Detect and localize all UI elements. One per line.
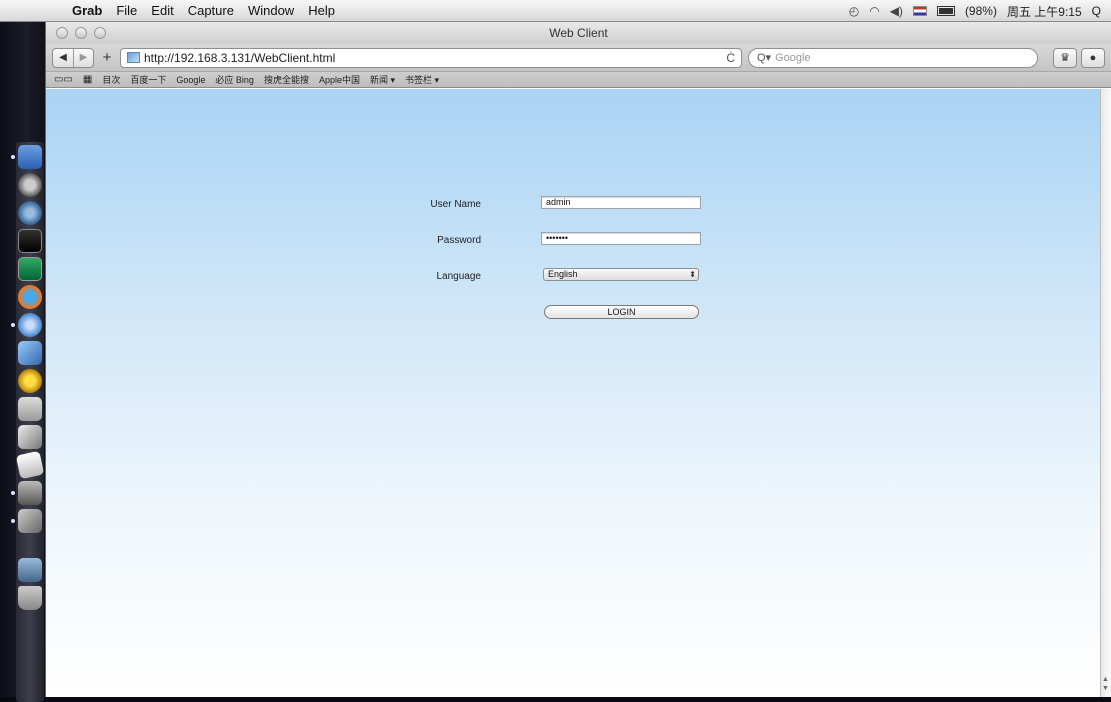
window-controls [56,27,106,39]
trash-icon[interactable] [18,586,42,610]
scroll-arrows-icon[interactable]: ▲ ▼ [1102,675,1109,693]
menu-bar: Grab File Edit Capture Window Help ◴ ◠ ◀… [0,0,1111,22]
crown-icon[interactable]: ♛ [1053,47,1077,68]
wifi-icon[interactable]: ◠ [869,4,879,18]
dock [0,22,45,702]
volume-icon[interactable]: ◀) [890,4,903,18]
page-favicon-icon [127,52,140,63]
input-source-flag-icon[interactable] [912,6,927,16]
menu-file[interactable]: File [116,3,137,18]
reading-list-icon[interactable]: ▭▭ [54,74,73,85]
folder-icon[interactable] [18,558,42,582]
preview-icon[interactable] [18,397,42,421]
microphone-icon[interactable] [18,425,42,449]
top-sites-icon[interactable]: ▦ [83,74,92,85]
bookmark-item[interactable]: 新闻 ▾ [370,73,395,86]
finder-icon[interactable] [18,145,42,169]
running-indicator [11,491,15,495]
network-utility-icon[interactable] [18,509,42,533]
menu-window[interactable]: Window [248,3,294,18]
page-content: User Name admin Password ••••••• Languag… [46,89,1101,697]
window-title: Web Client [549,26,608,40]
title-bar: Web Client [46,22,1111,44]
address-bar[interactable]: http://192.168.3.131/WebClient.html Ċ [120,47,742,68]
username-label: User Name [430,199,481,210]
activity-monitor-icon[interactable] [18,257,42,281]
add-bookmark-button[interactable]: + [100,49,114,66]
back-forward-group: ◀ ▶ [52,47,94,68]
bookmark-item[interactable]: 必应 Bing [215,73,254,86]
dashboard-icon[interactable] [18,173,42,197]
bookmark-item[interactable]: 搜虎全能搜 [264,73,309,86]
bookmark-item[interactable]: 目次 [102,73,120,86]
bookmark-item[interactable]: Google [176,75,205,85]
battery-percent: (98%) [964,4,997,18]
search-placeholder: Google [775,51,811,64]
textedit-icon[interactable] [15,450,45,480]
language-selected-value: English [548,269,578,279]
select-arrows-icon: ⬍ [689,270,696,279]
zoom-button[interactable] [94,27,106,39]
login-button[interactable]: LOGIN [544,305,699,319]
bookmark-item[interactable]: 百度一下 [130,73,166,86]
safari-icon[interactable] [18,313,42,337]
time-machine-icon[interactable]: ◴ [849,4,859,18]
search-field[interactable]: Q▾ Google [748,47,1038,68]
login-form: User Name admin Password ••••••• Languag… [46,89,1101,697]
minimize-button[interactable] [75,27,87,39]
running-indicator [11,323,15,327]
terminal-icon[interactable] [18,229,42,253]
password-label: Password [437,235,481,246]
menubar-clock[interactable]: 周五 上午9:15 [1007,3,1082,20]
menu-grab[interactable]: Grab [72,3,102,18]
address-url[interactable]: http://192.168.3.131/WebClient.html [144,51,335,65]
menu-help[interactable]: Help [308,3,335,18]
running-indicator [11,155,15,159]
itunes-icon[interactable] [18,201,42,225]
xcode-icon[interactable] [18,341,42,365]
menu-capture[interactable]: Capture [188,3,234,18]
close-button[interactable] [56,27,68,39]
dock-shelf [16,142,44,702]
battery-icon[interactable] [936,6,955,16]
sun-app-icon[interactable] [18,369,42,393]
firefox-icon[interactable] [18,285,42,309]
browser-window: Web Client ◀ ▶ + http://192.168.3.131/We… [45,22,1111,697]
spotlight-icon[interactable]: Q [1092,4,1101,18]
settings-icon[interactable]: ● [1081,47,1105,68]
reload-icon[interactable]: Ċ [726,51,735,65]
status-area: ◴ ◠ ◀) (98%) 周五 上午9:15 Q [849,0,1101,22]
menu-edit[interactable]: Edit [151,3,173,18]
forward-button[interactable]: ▶ [73,48,93,67]
search-menu-icon[interactable]: Q▾ [757,51,771,64]
bookmarks-bar: ▭▭ ▦ 目次 百度一下 Google 必应 Bing 搜虎全能搜 Apple中… [46,72,1111,88]
running-indicator [11,519,15,523]
language-label: Language [436,271,482,282]
bookmark-item[interactable]: Apple中国 [319,73,360,86]
grab-icon[interactable] [18,481,42,505]
password-input[interactable]: ••••••• [541,232,701,245]
bookmark-item[interactable]: 书签栏 ▾ [405,73,439,86]
vertical-scrollbar[interactable]: ▲ ▼ [1100,89,1111,697]
username-input[interactable]: admin [541,196,701,209]
browser-toolbar: ◀ ▶ + http://192.168.3.131/WebClient.htm… [46,44,1111,72]
toolbar-right-buttons: ♛ ● [1053,47,1105,68]
language-select[interactable]: English ⬍ [543,268,699,281]
back-button[interactable]: ◀ [53,49,73,67]
